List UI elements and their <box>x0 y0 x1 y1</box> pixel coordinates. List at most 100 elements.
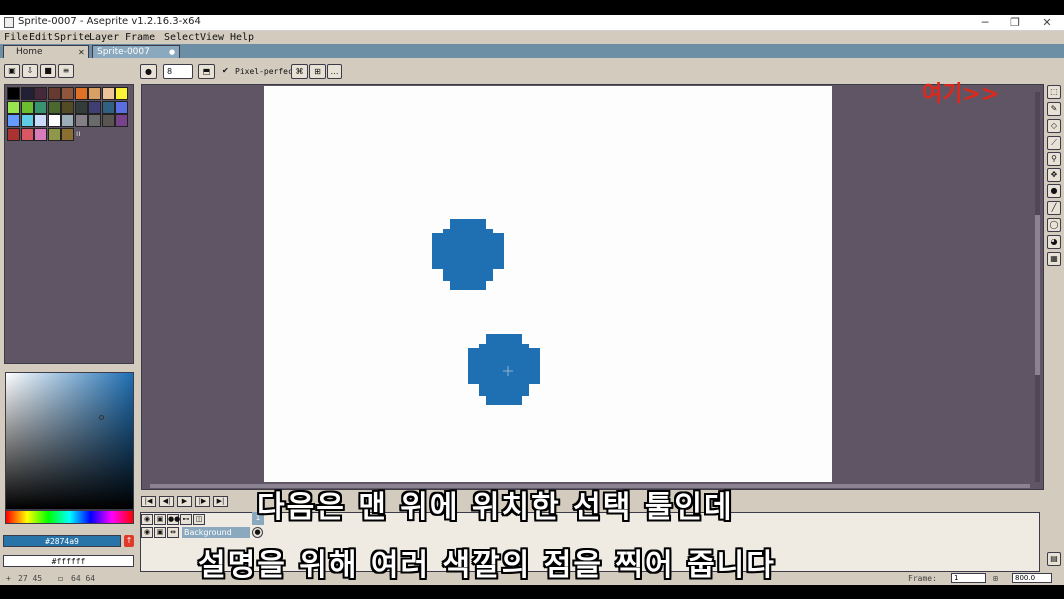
ink-icon[interactable]: ⬒ <box>198 64 215 79</box>
add-frame-icon[interactable]: ⊞ <box>993 572 998 585</box>
vertical-scroll-thumb[interactable] <box>1035 215 1040 375</box>
palette-menu-icon[interactable]: ≡ <box>58 64 74 78</box>
symmetry-icon[interactable]: ⌘ <box>291 64 308 79</box>
subtitle-line-2: 설명을 위해 여러 색깔의 점을 찍어 줍니다 <box>198 548 776 583</box>
color-selector-dot[interactable] <box>99 415 104 420</box>
timeline-toggle-icon[interactable]: ▤ <box>1047 552 1061 566</box>
palette-swatch[interactable] <box>88 100 101 114</box>
swap-colors-icon[interactable]: ↑ <box>124 535 134 547</box>
palette-swatch[interactable] <box>61 114 74 127</box>
lock-header-icon[interactable]: ▣ <box>154 514 166 525</box>
sort-icon[interactable]: ⇩ <box>22 64 38 78</box>
zoom-input[interactable]: 800.0 <box>1012 573 1052 583</box>
layer-background[interactable]: Background <box>182 527 250 538</box>
palette-swatch[interactable] <box>34 127 47 141</box>
lock-icon[interactable]: ▣ <box>154 527 166 538</box>
line-icon[interactable]: ╱ <box>1047 201 1061 215</box>
menu-help[interactable]: Help <box>230 31 254 44</box>
move-icon[interactable]: ✥ <box>1047 168 1061 182</box>
brush-type-button[interactable]: ● <box>140 64 157 79</box>
palette-resize-handle[interactable]: ıı <box>76 129 80 138</box>
menu-sprite[interactable]: Sprite <box>54 31 90 44</box>
link-header-icon[interactable]: ⊷ <box>180 514 192 525</box>
palette-swatch[interactable] <box>20 87 34 100</box>
pencil-icon[interactable]: ✎ <box>1047 102 1061 116</box>
last-frame-icon[interactable]: ▶| <box>213 496 228 507</box>
menu-edit[interactable]: Edit <box>29 31 53 44</box>
menu-select[interactable]: Select <box>164 31 200 44</box>
palette-swatch[interactable] <box>34 100 47 114</box>
play-icon[interactable]: ▶ <box>177 496 192 507</box>
frame-input[interactable]: 1 <box>951 573 986 583</box>
ellipse-icon[interactable]: ◯ <box>1047 218 1061 232</box>
palette-swatch[interactable] <box>74 100 88 114</box>
palette-swatch[interactable] <box>101 100 115 114</box>
fill-icon[interactable]: ● <box>1047 184 1061 198</box>
palette-swatch[interactable] <box>47 87 61 100</box>
menu-file[interactable]: File <box>4 31 28 44</box>
palette-swatch[interactable] <box>74 87 88 100</box>
palette-swatch[interactable] <box>7 87 20 100</box>
tab-home[interactable]: Home ✕ <box>3 45 89 58</box>
blue-dot-1 <box>432 219 504 290</box>
palette-swatch[interactable] <box>47 114 61 127</box>
eraser-icon[interactable]: ◇ <box>1047 119 1061 133</box>
first-frame-icon[interactable]: |◀ <box>141 496 156 507</box>
tiled-icon[interactable]: ⊞ <box>309 64 326 79</box>
palette-swatch[interactable] <box>101 87 115 100</box>
palette-swatch[interactable] <box>101 114 115 127</box>
eye-icon[interactable]: ◉ <box>141 527 153 538</box>
close-button[interactable]: ✕ <box>1032 15 1062 31</box>
menu-view[interactable]: View <box>200 31 224 44</box>
color-spectrum[interactable] <box>5 372 134 510</box>
palette-swatch[interactable] <box>7 114 20 127</box>
palette-swatch[interactable] <box>47 100 61 114</box>
eye-header-icon[interactable]: ◉ <box>141 514 153 525</box>
minimize-button[interactable]: ─ <box>970 15 1000 31</box>
palette-swatch[interactable] <box>115 100 128 114</box>
palette-swatch[interactable] <box>20 114 34 127</box>
brush-size-input[interactable]: 8 <box>163 64 193 79</box>
continuous-icon[interactable]: ⇹ <box>167 527 179 538</box>
sprite-size: 64 64 <box>71 574 96 583</box>
more-options-icon[interactable]: … <box>327 64 342 79</box>
palette-swatch[interactable] <box>34 114 47 127</box>
lock-icon[interactable]: ▣ <box>4 64 20 78</box>
palette-swatch[interactable] <box>20 100 34 114</box>
marquee-icon[interactable]: ⬚ <box>1047 85 1061 99</box>
palette-swatch[interactable] <box>115 87 128 100</box>
palette-swatch[interactable] <box>115 114 128 127</box>
onion-skin-icon[interactable]: ◫ <box>193 514 205 525</box>
palette-swatch[interactable] <box>34 87 47 100</box>
palette-swatch[interactable] <box>88 114 101 127</box>
previous-frame-icon[interactable]: ◀| <box>159 496 174 507</box>
hue-slider[interactable] <box>5 510 134 524</box>
contour-icon[interactable]: ◕ <box>1047 235 1061 249</box>
blur-icon[interactable]: ▦ <box>1047 252 1061 266</box>
palette-swatch[interactable] <box>88 87 101 100</box>
next-frame-icon[interactable]: |▶ <box>195 496 210 507</box>
menu-frame[interactable]: Frame <box>125 31 155 44</box>
palette-swatch[interactable] <box>61 127 74 141</box>
presets-icon[interactable]: ■ <box>40 64 56 78</box>
zoom-icon[interactable]: ⚲ <box>1047 152 1061 166</box>
palette-swatch[interactable] <box>7 100 20 114</box>
continuous-header-icon[interactable]: ●● <box>167 514 180 525</box>
pixel-perfect-checkbox[interactable]: ✔ <box>222 66 229 75</box>
palette-swatch[interactable] <box>61 100 74 114</box>
eyedropper-icon[interactable]: ⟋ <box>1047 136 1061 150</box>
window-title: Sprite-0007 - Aseprite v1.2.16.3-x64 <box>18 16 201 27</box>
restore-button[interactable]: ❐ <box>1000 15 1030 31</box>
palette-swatch[interactable] <box>20 127 34 141</box>
palette-swatch[interactable] <box>61 87 74 100</box>
frame-cel[interactable]: ● <box>252 527 263 538</box>
tab-sprite[interactable]: Sprite-0007 ● <box>92 45 180 58</box>
sprite-canvas[interactable] <box>264 86 832 482</box>
menu-bar: File Edit Sprite Layer Frame Select View… <box>0 31 1064 44</box>
palette-swatch[interactable] <box>47 127 61 141</box>
palette-swatch[interactable] <box>74 114 88 127</box>
palette-swatch[interactable] <box>7 127 20 141</box>
background-color[interactable]: #ffffff <box>3 555 134 567</box>
menu-layer[interactable]: Layer <box>89 31 119 44</box>
foreground-color[interactable]: #2874a9 <box>3 535 121 547</box>
